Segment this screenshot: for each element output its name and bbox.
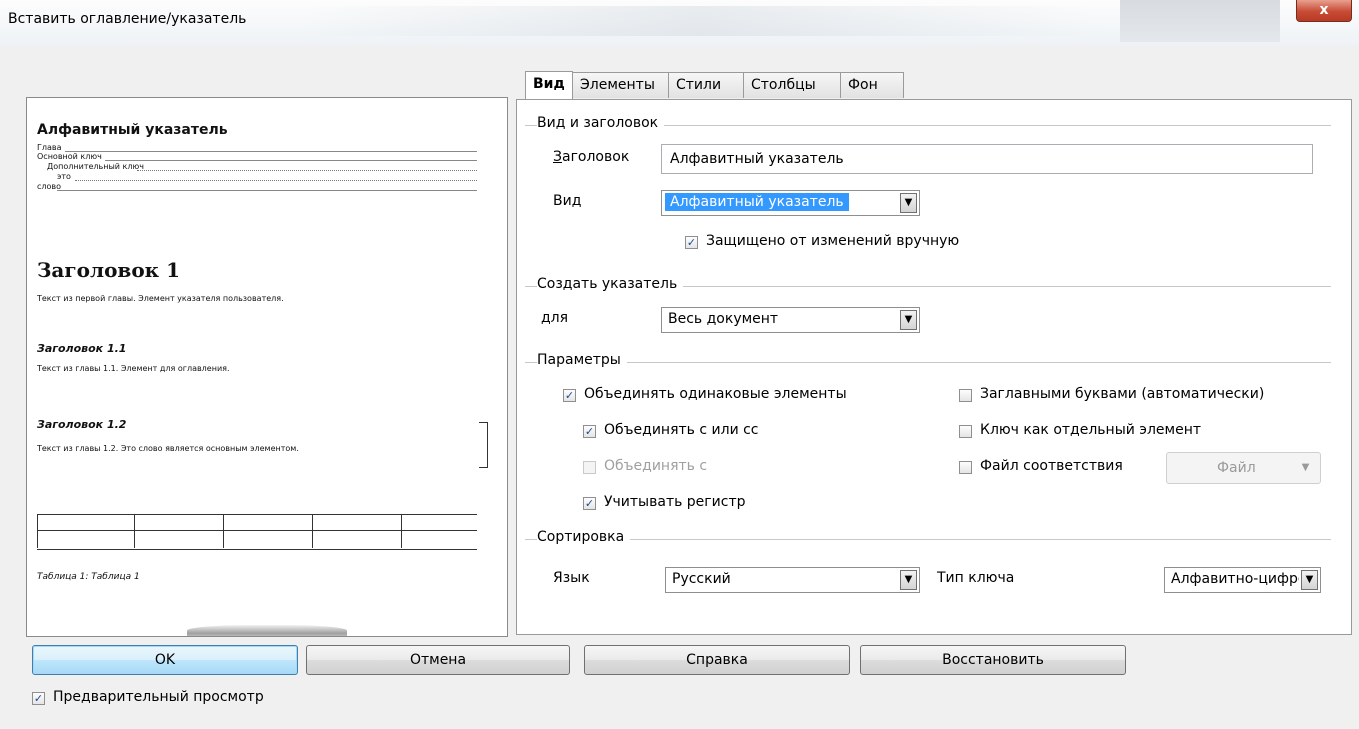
preview-label: Предварительный просмотр: [53, 689, 264, 705]
type-select[interactable]: Алфавитный указатель ▼: [661, 190, 920, 216]
combine-with-label: Объединять с: [604, 458, 708, 474]
combine-with-checkbox[interactable]: [583, 461, 596, 474]
preview-graphic: [187, 625, 347, 636]
preview-index-title: Алфавитный указатель: [37, 122, 228, 138]
tab-label: Фон: [848, 77, 878, 93]
auto-caps-checkbox[interactable]: [959, 389, 972, 402]
protected-checkbox[interactable]: ✓: [685, 236, 698, 249]
title-bar-shade: [300, 6, 1100, 36]
group-separator: [525, 362, 1331, 363]
combine-pp-checkbox[interactable]: ✓: [583, 425, 596, 438]
keys-separate-checkbox[interactable]: [959, 425, 972, 438]
preview-checkbox[interactable]: ✓: [32, 692, 45, 705]
scope-select[interactable]: Весь документ ▼: [661, 307, 920, 333]
tab-type[interactable]: Вид: [525, 71, 573, 99]
group-label-create-index: Создать указатель: [537, 276, 684, 292]
title-bar-shade: [1120, 0, 1280, 42]
chevron-down-icon[interactable]: ▼: [900, 570, 917, 590]
preview-leader: [65, 151, 477, 152]
preview-entry: Основной ключ: [37, 152, 102, 161]
combine-identical-checkbox[interactable]: ✓: [563, 389, 576, 402]
preview-table-caption: Таблица 1: Таблица 1: [37, 572, 140, 582]
language-select-value: Русский: [672, 571, 731, 587]
tab-columns[interactable]: Столбцы: [743, 72, 841, 98]
chevron-down-icon[interactable]: ▼: [1301, 570, 1318, 590]
language-label: Язык: [553, 570, 590, 586]
preview-heading-11: Заголовок 1.1: [37, 342, 127, 355]
cancel-button[interactable]: Отмена: [306, 645, 570, 675]
preview-leader: [105, 160, 477, 161]
chevron-down-icon[interactable]: ▼: [900, 193, 917, 213]
protected-label: Защищено от изменений вручную: [706, 233, 960, 249]
group-label-type-title: Вид и заголовок: [537, 115, 665, 131]
title-label: Заголовок: [553, 149, 629, 165]
preview-entry: Дополнительный ключ: [47, 162, 144, 171]
key-type-label: Тип ключа: [937, 570, 1015, 586]
scope-select-value: Весь документ: [668, 311, 779, 327]
preview-entry: Глава: [37, 143, 62, 152]
combine-identical-label: Объединять одинаковые элементы: [584, 386, 847, 402]
chevron-down-icon: ▼: [1301, 462, 1310, 473]
preview-heading-1-text: Текст из первой главы. Элемент указателя…: [37, 294, 284, 303]
title-label-mnemonic: З: [553, 149, 562, 165]
preview-pane: Алфавитный указатель Глава Основной ключ…: [26, 97, 508, 637]
case-sensitive-label: Учитывать регистр: [604, 494, 746, 510]
group-separator: [525, 539, 1331, 540]
file-button-label: Файл: [1217, 460, 1256, 476]
close-button[interactable]: x: [1296, 0, 1352, 22]
tab-label: Вид: [533, 76, 565, 92]
type-select-value: Алфавитный указатель: [665, 193, 849, 211]
language-select[interactable]: Русский ▼: [665, 567, 920, 593]
title-input[interactable]: Алфавитный указатель: [661, 144, 1313, 174]
group-label-options: Параметры: [537, 352, 627, 368]
case-sensitive-checkbox[interactable]: ✓: [583, 497, 596, 510]
group-label-sort: Сортировка: [537, 529, 631, 545]
preview-bracket: [479, 422, 488, 468]
tab-entries[interactable]: Элементы: [572, 72, 669, 98]
preview-entry: это: [57, 172, 71, 181]
tab-background[interactable]: Фон: [840, 72, 904, 98]
tab-styles[interactable]: Стили: [668, 72, 744, 98]
help-button[interactable]: Справка: [584, 645, 850, 675]
key-type-select-value: Алфавитно-цифровой: [1171, 571, 1299, 587]
window-title: Вставить оглавление/указатель: [8, 11, 247, 27]
title-bar: Вставить оглавление/указатель x: [0, 0, 1359, 47]
combine-pp-label: Объединять с или сс: [604, 422, 759, 438]
preview-leader: [75, 180, 477, 181]
preview-leader: [137, 170, 477, 171]
tab-panel-type: Вид и заголовок Заголовок Алфавитный ука…: [516, 99, 1352, 635]
file-button[interactable]: Файл ▼: [1166, 452, 1321, 484]
preview-leader: [57, 190, 477, 191]
title-label-text: аголовок: [561, 149, 630, 165]
tab-label: Элементы: [580, 77, 655, 93]
preview-heading-12: Заголовок 1.2: [37, 418, 127, 431]
chevron-down-icon[interactable]: ▼: [900, 310, 917, 330]
keys-separate-label: Ключ как отдельный элемент: [980, 422, 1202, 438]
for-label: для: [541, 310, 569, 326]
reset-button[interactable]: Восстановить: [860, 645, 1126, 675]
preview-heading-1: Заголовок 1: [37, 258, 180, 282]
close-icon: x: [1319, 2, 1329, 18]
tab-label: Столбцы: [751, 77, 816, 93]
concordance-checkbox[interactable]: [959, 461, 972, 474]
auto-caps-label: Заглавными буквами (автоматически): [980, 386, 1265, 402]
tab-label: Стили: [676, 77, 722, 93]
preview-heading-11-text: Текст из главы 1.1. Элемент для оглавлен…: [37, 364, 230, 373]
concordance-label: Файл соответствия: [980, 458, 1123, 474]
type-label: Вид: [553, 193, 582, 209]
preview-heading-12-text: Текст из главы 1.2. Это слово является о…: [37, 444, 299, 453]
preview-table: [37, 514, 477, 550]
ok-button[interactable]: OK: [32, 645, 298, 675]
key-type-select[interactable]: Алфавитно-цифровой ▼: [1164, 567, 1321, 593]
